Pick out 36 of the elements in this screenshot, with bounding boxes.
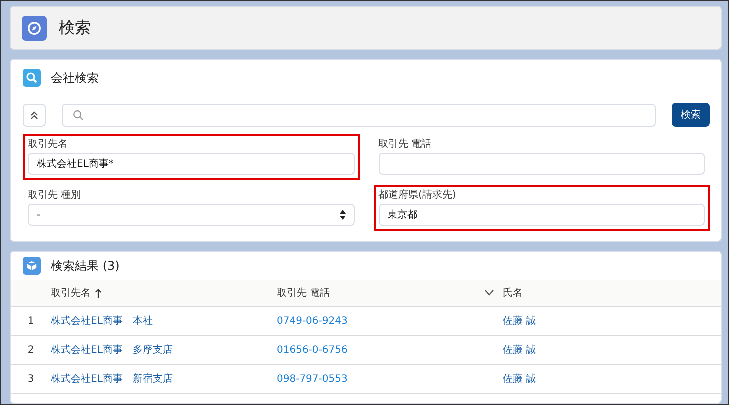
row-number: 2 xyxy=(11,336,51,364)
search-icon xyxy=(23,69,41,87)
column-header[interactable]: 取引先 電話 xyxy=(277,286,330,300)
row-number: 3 xyxy=(11,364,51,394)
account-link[interactable]: 株式会社EL商事 多摩支店 xyxy=(51,345,173,356)
contact-link[interactable]: 佐藤 誠 xyxy=(503,345,536,356)
account-link[interactable]: 株式会社EL商事 本社 xyxy=(51,316,153,327)
panel-title: 検索結果 (3) xyxy=(51,258,120,274)
search-button[interactable]: 検索 xyxy=(672,103,710,127)
account-link[interactable]: 株式会社EL商事 新宿支店 xyxy=(51,374,173,385)
phone-link[interactable]: 0749-06-9243 xyxy=(277,316,348,326)
chevron-down-icon[interactable] xyxy=(485,290,494,296)
up-down-icon xyxy=(340,210,346,220)
column-header[interactable]: 氏名 xyxy=(503,286,523,300)
row-number: 1 xyxy=(11,306,51,336)
field-label: 取引先名 xyxy=(28,138,69,151)
select-field[interactable]: - xyxy=(28,204,354,226)
cube-icon xyxy=(23,257,41,275)
input-field[interactable]: 株式会社EL商事* xyxy=(28,153,354,175)
contact-link[interactable]: 佐藤 誠 xyxy=(503,316,536,327)
panel-title: 会社検索 xyxy=(51,70,99,86)
input-field[interactable] xyxy=(378,153,705,175)
input-field[interactable]: 東京都 xyxy=(378,204,705,226)
field-label: 都道府県(請求先) xyxy=(378,189,458,202)
column-header[interactable]: 取引先名 xyxy=(51,286,91,300)
phone-link[interactable]: 01656-0-6756 xyxy=(277,344,348,356)
phone-link[interactable]: 098-797-0553 xyxy=(277,374,348,384)
field-label: 取引先 電話 xyxy=(378,138,433,151)
search-field[interactable] xyxy=(62,104,656,126)
field-label: 取引先 種別 xyxy=(28,189,82,202)
compass-icon xyxy=(22,16,47,40)
double-chevron-up-icon xyxy=(30,110,39,120)
collapse-button[interactable] xyxy=(23,104,46,126)
page-title: 検索 xyxy=(59,18,91,38)
contact-link[interactable]: 佐藤 誠 xyxy=(503,374,536,385)
search-icon xyxy=(73,110,84,120)
